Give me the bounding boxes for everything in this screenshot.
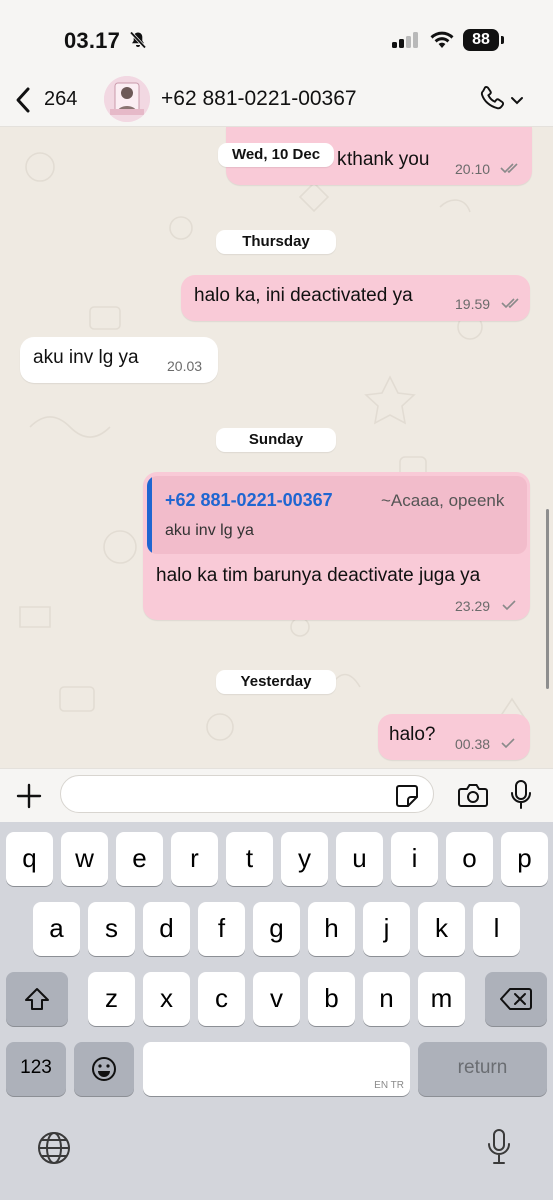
key-n[interactable]: n — [363, 972, 410, 1026]
date-chip: Wed, 10 Dec — [218, 143, 334, 167]
message-text: aku inv lg ya — [33, 347, 139, 368]
key-f[interactable]: f — [198, 902, 245, 956]
back-unread-count[interactable]: 264 — [44, 88, 77, 111]
backspace-key[interactable] — [485, 972, 547, 1026]
reply-sender-alias: ~Acaaa, opeenk — [381, 491, 505, 510]
message-bubble-outgoing[interactable]: halo ka, ini deactivated ya 19.59 — [181, 275, 530, 321]
emoji-icon — [92, 1057, 116, 1081]
signal-icon — [392, 32, 418, 48]
shift-key[interactable] — [6, 972, 68, 1026]
check-icon — [501, 738, 515, 749]
check-icon — [502, 600, 516, 611]
key-q[interactable]: q — [6, 832, 53, 886]
camera-icon[interactable] — [457, 781, 489, 809]
message-input[interactable] — [60, 775, 434, 813]
key-j[interactable]: j — [363, 902, 410, 956]
message-time: 23.29 — [455, 598, 491, 614]
chevron-down-icon — [511, 97, 523, 105]
keyboard: q w e r t y u i o p a s d f g h j k l z … — [0, 822, 553, 1200]
message-text: halo? — [389, 724, 436, 745]
key-o[interactable]: o — [446, 832, 493, 886]
key-a[interactable]: a — [33, 902, 80, 956]
key-g[interactable]: g — [253, 902, 300, 956]
back-icon[interactable] — [14, 86, 34, 114]
wifi-icon — [430, 31, 454, 48]
mic-icon[interactable] — [509, 779, 533, 811]
plus-icon[interactable] — [14, 781, 44, 811]
globe-icon[interactable] — [36, 1130, 72, 1166]
key-b[interactable]: b — [308, 972, 355, 1026]
key-e[interactable]: e — [116, 832, 163, 886]
message-bubble-outgoing[interactable]: halo? 00.38 — [378, 714, 530, 760]
chat-header: 264 +62 881-0221-00367 — [0, 76, 553, 127]
double-check-icon — [501, 298, 519, 309]
composer-bar — [0, 768, 553, 823]
return-key[interactable]: return — [418, 1042, 547, 1096]
message-bubble-incoming[interactable]: aku inv lg ya 20.03 — [20, 337, 218, 383]
message-text: halo ka, ini deactivated ya — [194, 285, 413, 306]
reply-accent-bar — [147, 476, 152, 554]
key-h[interactable]: h — [308, 902, 355, 956]
key-d[interactable]: d — [143, 902, 190, 956]
space-language-hint: EN TR — [374, 1080, 404, 1091]
key-v[interactable]: v — [253, 972, 300, 1026]
dictation-mic-icon[interactable] — [486, 1128, 512, 1166]
key-p[interactable]: p — [501, 832, 548, 886]
reply-sender: +62 881-0221-00367 — [165, 490, 333, 510]
message-bubble-outgoing[interactable]: +62 881-0221-00367 ~Acaaa, opeenk aku in… — [143, 472, 530, 620]
key-k[interactable]: k — [418, 902, 465, 956]
message-time: 20.10 — [455, 161, 491, 177]
key-w[interactable]: w — [61, 832, 108, 886]
key-y[interactable]: y — [281, 832, 328, 886]
avatar[interactable] — [104, 76, 150, 122]
emoji-key[interactable] — [74, 1042, 134, 1096]
key-l[interactable]: l — [473, 902, 520, 956]
contact-name[interactable]: +62 881-0221-00367 — [161, 87, 357, 111]
battery-level: 88 — [463, 29, 499, 51]
backspace-icon — [500, 988, 532, 1010]
call-button[interactable] — [478, 82, 526, 116]
key-m[interactable]: m — [418, 972, 465, 1026]
numbers-key[interactable]: 123 — [6, 1042, 66, 1096]
sticker-icon[interactable] — [394, 783, 420, 809]
shift-icon — [25, 988, 49, 1010]
key-x[interactable]: x — [143, 972, 190, 1026]
space-key[interactable]: EN TR — [143, 1042, 410, 1096]
key-s[interactable]: s — [88, 902, 135, 956]
reply-preview[interactable]: +62 881-0221-00367 ~Acaaa, opeenk aku in… — [147, 476, 527, 554]
key-u[interactable]: u — [336, 832, 383, 886]
message-time: 19.59 — [455, 296, 491, 312]
double-check-icon — [500, 163, 518, 174]
message-text: halo ka tim barunya deactivate juga ya — [156, 565, 481, 586]
scroll-indicator[interactable] — [546, 509, 549, 689]
date-chip: Yesterday — [216, 670, 336, 694]
date-chip: Sunday — [216, 428, 336, 452]
key-i[interactable]: i — [391, 832, 438, 886]
message-time: 20.03 — [167, 358, 203, 374]
key-t[interactable]: t — [226, 832, 273, 886]
chat-area[interactable]: k thank you 20.10 Wed, 10 Dec Thursday h… — [0, 127, 553, 768]
status-bar: 03.17 88 — [0, 0, 553, 76]
date-chip: Thursday — [216, 230, 336, 254]
message-time: 00.38 — [455, 736, 491, 752]
reply-text: aku inv lg ya — [165, 522, 254, 539]
key-c[interactable]: c — [198, 972, 245, 1026]
message-text: thank you — [347, 149, 430, 170]
battery-tip — [501, 36, 504, 44]
key-r[interactable]: r — [171, 832, 218, 886]
mute-icon — [129, 31, 147, 49]
status-time: 03.17 — [64, 28, 121, 53]
key-z[interactable]: z — [88, 972, 135, 1026]
phone-icon — [480, 86, 505, 110]
message-text-prefix: k — [337, 149, 347, 170]
